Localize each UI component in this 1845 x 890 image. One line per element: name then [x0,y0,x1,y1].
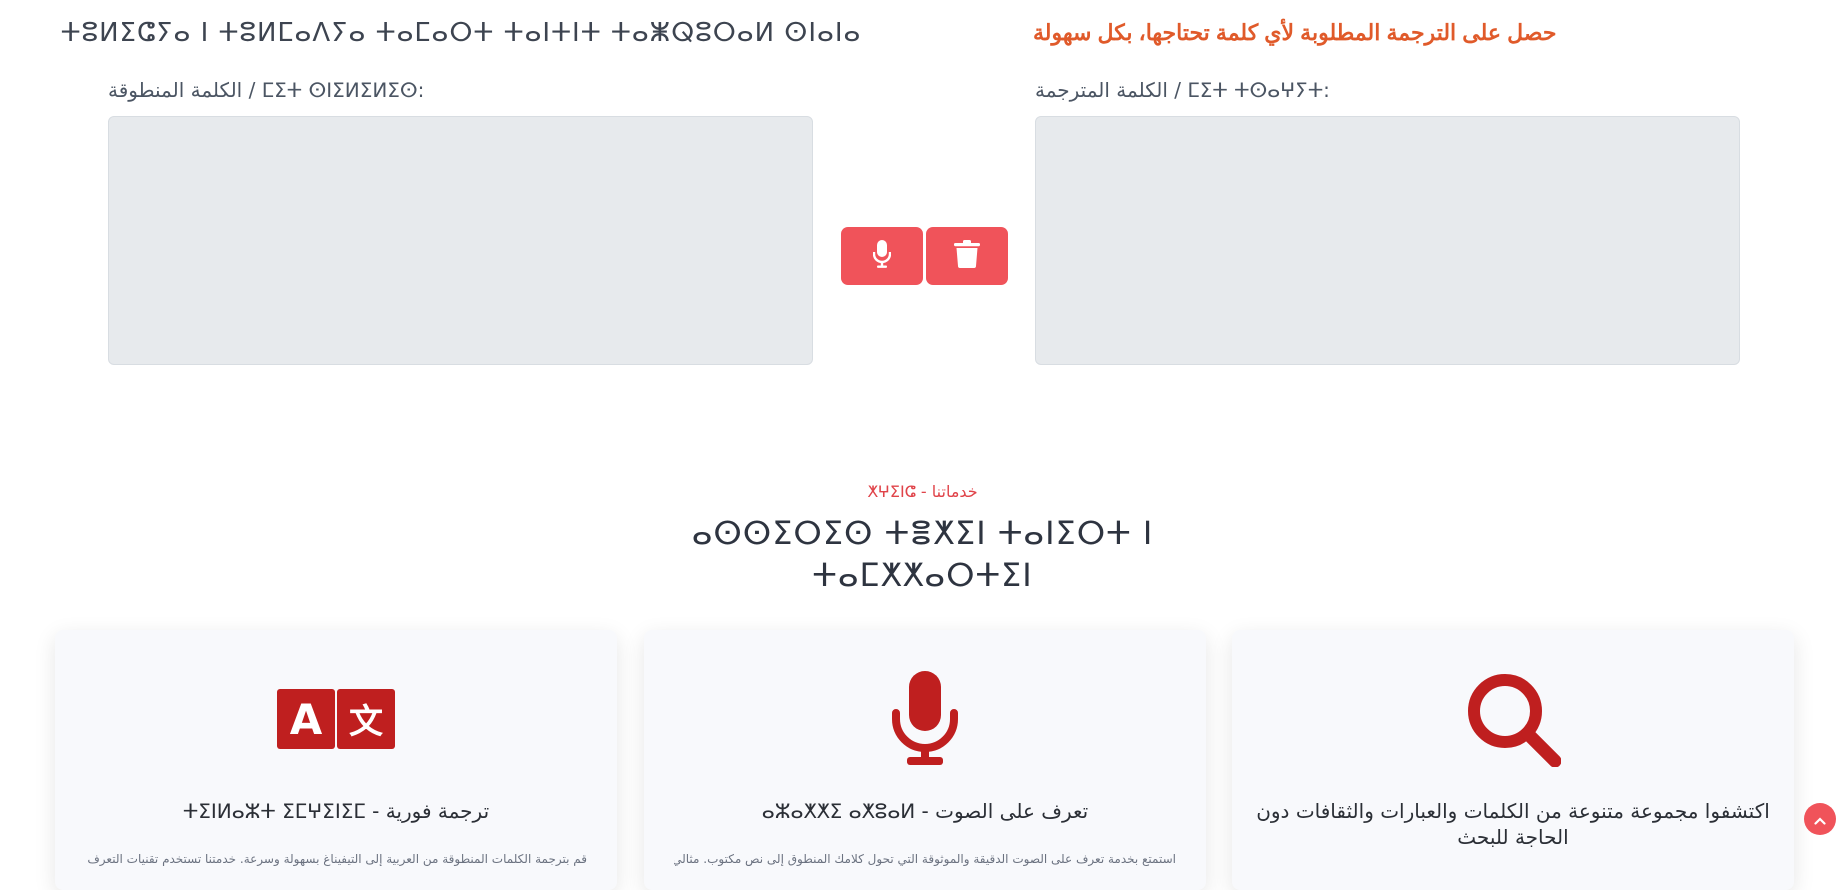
page-subtitle-arabic: حصل على الترجمة المطلوبة لأي كلمة تحتاجه… [1033,20,1557,45]
service-card-text: استمتع بخدمة تعرف على الصوت الدقيقة والم… [674,852,1176,866]
services-title: ⴰⵙⵙⵉⵔⵉⵙ ⵜⴻⵅⵉⵏ ⵜⴰⵏⵉⵔⵜ ⵏ ⵜⴰⵎⵅⵅⴰⵔⵜⵉⵏ [0,512,1845,596]
translated-word-field[interactable] [1035,116,1740,365]
service-card-title: ⴰⵣⴰⵅⵅⵉ ⴰⵅⵓⴰⵍ - تعرف على الصوت [761,799,1089,823]
service-card-text: قم بترجمة الكلمات المنطوقة من العربية إل… [85,852,587,866]
service-card-title: اكتشفوا مجموعة متنوعة من الكلمات والعبار… [1256,799,1770,849]
svg-text:文: 文 [349,702,383,742]
services-title-line2: ⵜⴰⵎⵅⵅⴰⵔⵜⵉⵏ [812,556,1033,594]
trash-icon [954,240,980,272]
record-button[interactable] [841,227,923,285]
spoken-word-label: الكلمة المنطوقة / ⵎⵉⵜ ⵙⵏⵉⵍⵉⵍⵉⵙ: [108,78,425,102]
microphone-icon [872,240,892,272]
translate-icon: A 文 [55,668,617,770]
svg-text:A: A [290,695,323,744]
service-card-speech: ⴰⵣⴰⵅⵅⵉ ⴰⵅⵓⴰⵍ - تعرف على الصوت استمتع بخد… [644,630,1206,890]
microphone-icon [644,668,1206,770]
search-icon [1232,668,1794,770]
translated-word-label: الكلمة المترجمة / ⵎⵉⵜ ⵜⵙⴰⵖⵢⵜ: [1035,78,1330,102]
chevron-up-icon [1814,810,1826,829]
services-title-line1: ⴰⵙⵙⵉⵔⵉⵙ ⵜⴻⵅⵉⵏ ⵜⴰⵏⵉⵔⵜ ⵏ [691,514,1154,552]
service-card-translation: A 文 ⵜⵉⵏⵍⴰⵣⵜ ⵉⵎⵖⵉⵏⵉⵎ - ترجمة فورية قم بتر… [55,630,617,890]
page-title-tifinagh: ⵜⵓⵍⵉⵛⵢⴰ ⵏ ⵜⵓⵍⵎⴰⴷⵢⴰ ⵜⴰⵎⴰⵔⵜ ⵜⴰⵏⵜⵏⵜ ⵜⴰⵥⵕⵓⵔⴰ… [60,18,862,48]
clear-button[interactable] [926,227,1008,285]
spoken-word-field[interactable] [108,116,813,365]
scroll-top-button[interactable] [1804,803,1836,835]
service-card-explore: اكتشفوا مجموعة متنوعة من الكلمات والعبار… [1232,630,1794,890]
service-card-title: ⵜⵉⵏⵍⴰⵣⵜ ⵉⵎⵖⵉⵏⵉⵎ - ترجمة فورية [182,799,490,823]
services-tag: ⵅⵖⵉⵏⵛ - خدماتنا [867,482,978,501]
